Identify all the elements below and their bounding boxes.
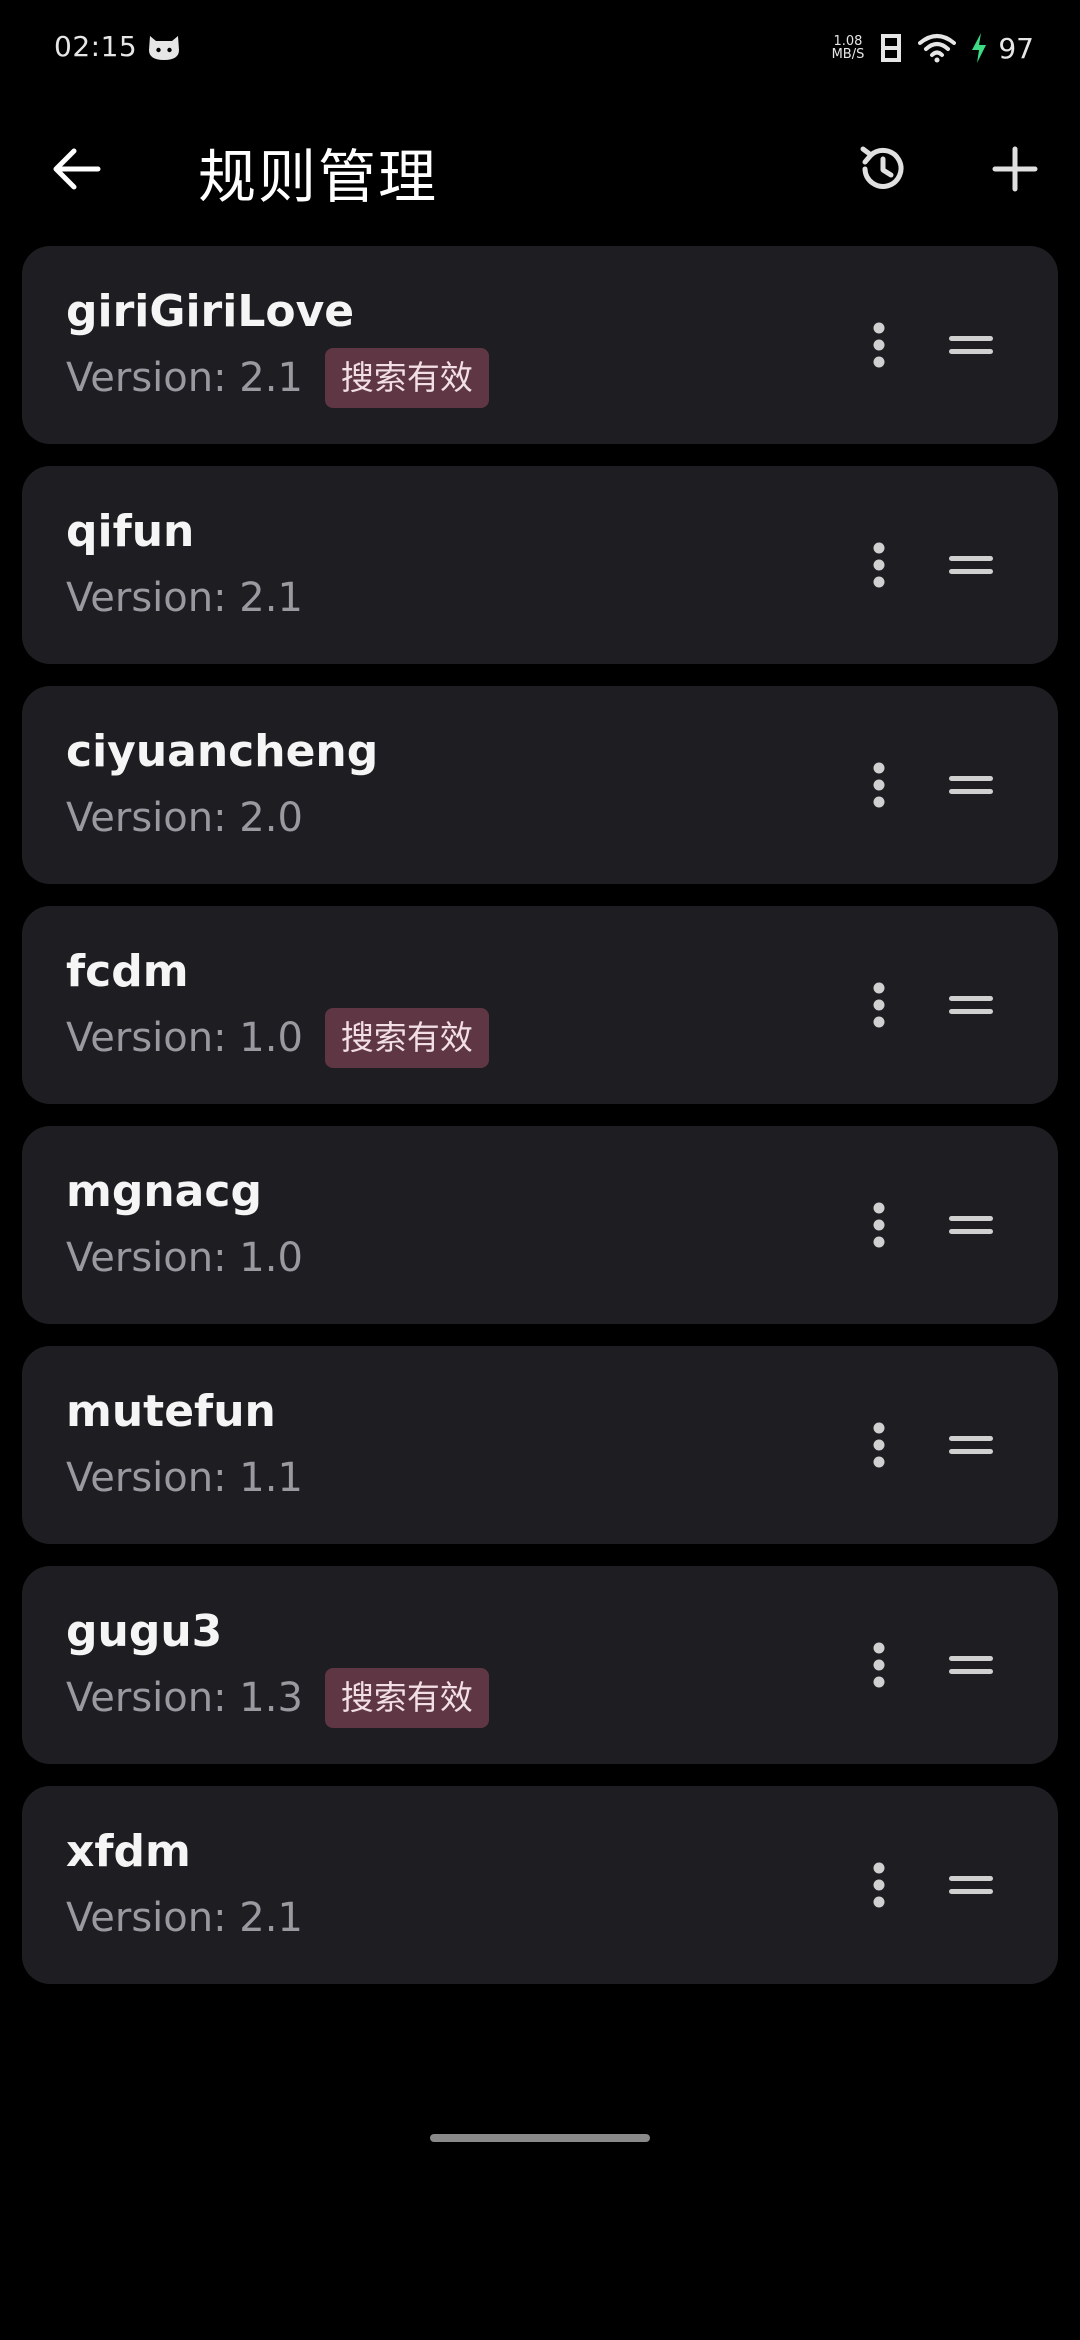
rule-card[interactable]: ciyuancheng Version: 2.0 [22,686,1058,884]
drag-handle[interactable] [926,750,1016,820]
cat-app-icon [149,36,179,60]
rule-name: qifun [66,506,195,557]
drag-handle-icon [949,1656,993,1674]
back-arrow-icon [53,148,101,190]
plus-icon [992,146,1038,192]
history-button[interactable] [848,134,918,204]
rule-meta: Version: 1.1 [66,1448,303,1508]
more-vert-icon [873,762,885,808]
search-valid-badge: 搜索有效 [324,348,489,408]
drag-handle-icon [949,556,993,574]
rule-card[interactable]: qifun Version: 2.1 [22,466,1058,664]
rule-card[interactable]: mgnacg Version: 1.0 [22,1126,1058,1324]
rule-meta: Version: 2.1 [66,1888,303,1948]
rule-meta: Version: 1.0 搜索有效 [66,1008,489,1068]
more-options-button[interactable] [844,310,914,380]
drag-handle[interactable] [926,1850,1016,1920]
rule-name: gugu3 [66,1606,223,1657]
status-time: 02:15 [54,30,138,63]
rule-meta: Version: 2.1 搜索有效 [66,348,489,408]
drag-handle[interactable] [926,1630,1016,1700]
drag-handle[interactable] [926,530,1016,600]
status-icons: 1.08 MB/S 97 [832,28,1034,68]
more-options-button[interactable] [844,1850,914,1920]
more-options-button[interactable] [844,1410,914,1480]
rule-name: giriGiriLove [66,286,355,337]
rule-card[interactable]: fcdm Version: 1.0 搜索有效 [22,906,1058,1104]
rule-card[interactable]: xfdm Version: 2.1 [22,1786,1058,1984]
more-vert-icon [873,542,885,588]
more-vert-icon [873,1862,885,1908]
charging-icon [972,33,987,63]
drag-handle-icon [949,1216,993,1234]
more-vert-icon [873,322,885,368]
more-options-button[interactable] [844,1190,914,1260]
drag-handle[interactable] [926,1410,1016,1480]
rule-name: xfdm [66,1826,191,1877]
rule-meta: Version: 1.0 [66,1228,303,1288]
search-valid-badge: 搜索有效 [324,1008,489,1068]
drag-handle[interactable] [926,1190,1016,1260]
rule-version: Version: 2.1 [66,1895,303,1941]
rule-name: ciyuancheng [66,726,379,777]
rule-meta: Version: 1.3 搜索有效 [66,1668,489,1728]
rule-name: mgnacg [66,1166,262,1217]
rule-version: Version: 2.1 [66,575,303,621]
battery-percentage: 97 [998,31,1034,65]
app-bar: 规则管理 [0,96,1080,242]
sim-icon [881,34,902,62]
more-options-button[interactable] [844,1630,914,1700]
history-icon [860,146,904,189]
drag-handle-icon [949,1876,993,1894]
drag-handle-icon [949,1436,993,1454]
rule-version: Version: 1.1 [66,1455,303,1501]
more-options-button[interactable] [844,530,914,600]
wifi-icon [918,34,957,63]
drag-handle-icon [949,336,993,354]
drag-handle-icon [949,776,993,794]
page-title: 规则管理 [198,143,439,211]
net-speed-unit: MB/S [831,47,865,62]
back-button[interactable] [44,136,110,202]
more-vert-icon [873,1202,885,1248]
drag-handle[interactable] [926,310,1016,380]
drag-handle[interactable] [926,970,1016,1040]
rule-name: mutefun [66,1386,276,1437]
rule-version: Version: 2.0 [66,795,303,841]
search-valid-badge: 搜索有效 [324,1668,489,1728]
rule-card[interactable]: gugu3 Version: 1.3 搜索有效 [22,1566,1058,1764]
rule-name: fcdm [66,946,189,997]
more-vert-icon [873,1422,885,1468]
rule-version: Version: 1.0 [66,1015,303,1061]
rule-list: giriGiriLove Version: 2.1 搜索有效 qifun Ver… [22,246,1058,2006]
rule-card[interactable]: mutefun Version: 1.1 [22,1346,1058,1544]
more-vert-icon [873,982,885,1028]
rule-version: Version: 2.1 [66,355,303,401]
drag-handle-icon [949,996,993,1014]
more-options-button[interactable] [844,750,914,820]
rule-card[interactable]: giriGiriLove Version: 2.1 搜索有效 [22,246,1058,444]
net-speed: 1.08 MB/S [832,35,865,61]
add-rule-button[interactable] [980,134,1050,204]
rule-meta: Version: 2.0 [66,788,303,848]
status-bar: 02:15 1.08 MB/S 97 [0,0,1080,96]
rule-version: Version: 1.0 [66,1235,303,1281]
rule-version: Version: 1.3 [66,1675,303,1721]
home-indicator[interactable] [430,2134,650,2142]
more-options-button[interactable] [844,970,914,1040]
rule-meta: Version: 2.1 [66,568,303,628]
more-vert-icon [873,1642,885,1688]
